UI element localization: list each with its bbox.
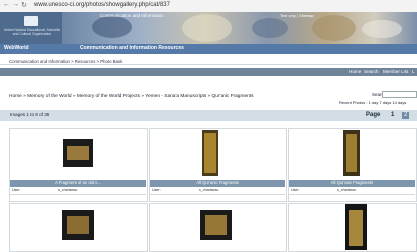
page-1-current: 1 — [391, 112, 395, 118]
photo-thumbnail[interactable] — [200, 210, 232, 240]
toolbar-more-link[interactable]: L — [412, 69, 415, 74]
user-label: User: — [12, 188, 21, 192]
photo-thumbnail[interactable] — [63, 139, 93, 167]
sector-nav-bar — [0, 44, 417, 54]
webworld-link[interactable]: WebWorld — [4, 45, 29, 51]
banner-title: Communication and Information — [100, 13, 164, 18]
back-icon[interactable]: ← — [3, 1, 10, 8]
image-caption[interactable]: A Fragment of an old o... — [10, 180, 146, 187]
recent-photos-links[interactable]: Recent Photos : 1 day 7 days 14 days — [339, 100, 406, 105]
results-count: Images 1 to 8 of 35 — [10, 112, 50, 117]
image-caption[interactable]: All Qur'anic Fragments — [289, 180, 415, 187]
reload-icon[interactable]: ↻ — [21, 1, 27, 9]
divider — [10, 194, 146, 195]
unesco-temple-icon — [24, 16, 38, 26]
results-bar — [0, 110, 417, 121]
pagination-label: Page — [366, 112, 381, 118]
user-label: User: — [152, 188, 161, 192]
image-caption[interactable]: All Qur'anic Fragments — [150, 180, 285, 187]
url-field[interactable]: www.unesco-ci.org/photos/showgallery.php… — [34, 1, 170, 10]
divider — [0, 64, 417, 65]
user-name[interactable]: s_chariseau — [337, 188, 356, 192]
forward-icon[interactable]: → — [12, 1, 19, 8]
gallery-breadcrumb[interactable]: Home » Memory of the World » Memory of t… — [9, 94, 254, 99]
logo-text: United Nations Educational, Scientific a… — [3, 28, 61, 36]
photo-thumbnail[interactable] — [345, 204, 367, 250]
divider — [289, 194, 415, 195]
photo-thumbnail[interactable] — [62, 210, 94, 240]
toolbar-home-link[interactable]: Home — [349, 69, 361, 74]
user-label: User: — [291, 188, 300, 192]
photo-thumbnail[interactable] — [202, 130, 218, 176]
text-only-sitemap-links[interactable]: Text only | Sitemap — [280, 13, 314, 18]
toolbar-search-link[interactable]: Search — [364, 69, 379, 74]
user-name[interactable]: s_chariseau — [58, 188, 77, 192]
search-input[interactable] — [382, 91, 417, 98]
toolbar-member-list-link[interactable]: Member List — [383, 69, 408, 74]
divider — [150, 194, 285, 195]
page-2-link[interactable]: 2 — [402, 112, 410, 119]
photo-thumbnail[interactable] — [343, 130, 360, 176]
user-name[interactable]: s_chariseau — [199, 188, 218, 192]
ci-resources-link[interactable]: Communication and Information Resources — [80, 45, 184, 51]
